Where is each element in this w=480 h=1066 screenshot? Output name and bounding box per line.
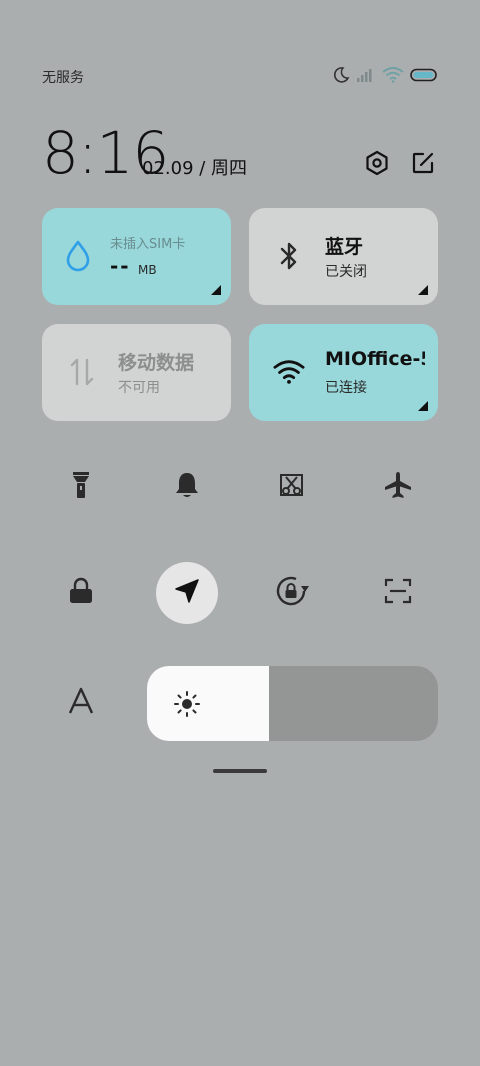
mobile-data-status: 不可用 [118, 380, 160, 396]
flashlight-toggle[interactable] [50, 456, 112, 518]
data-arrows-icon [66, 356, 98, 388]
flashlight-icon [70, 470, 92, 504]
scan-icon [384, 577, 412, 609]
wifi-status-icon [382, 67, 404, 83]
location-toggle[interactable] [156, 562, 218, 624]
edit-icon[interactable] [408, 148, 438, 178]
screenshot-icon [278, 471, 306, 503]
expand-corner-icon [418, 401, 428, 411]
data-usage-value: -- [110, 254, 131, 278]
mobile-data-title: 移动数据 [118, 352, 195, 374]
wifi-icon [273, 356, 305, 388]
bluetooth-tile[interactable]: 蓝牙 已关闭 [249, 208, 438, 305]
brightness-fill [147, 666, 270, 741]
bluetooth-status: 已关闭 [325, 264, 367, 280]
sun-icon [173, 690, 201, 718]
drag-handle[interactable] [213, 769, 267, 773]
wifi-tile[interactable]: MIOffice-5G 已连接 [249, 324, 438, 421]
airplane-icon [383, 470, 413, 504]
font-size-button[interactable] [50, 672, 112, 734]
data-usage-tile[interactable]: 未插入SIM卡 -- MB [42, 208, 231, 305]
silent-toggle[interactable] [156, 456, 218, 518]
expand-corner-icon [211, 285, 221, 295]
bluetooth-icon [273, 240, 305, 272]
screenshot-toggle[interactable] [261, 456, 323, 518]
wifi-status: 已连接 [325, 380, 367, 396]
expand-corner-icon [418, 285, 428, 295]
location-icon [174, 578, 200, 608]
wifi-network-name: MIOffice-5G [325, 348, 425, 370]
brightness-slider[interactable] [147, 666, 438, 741]
signal-icon [356, 67, 376, 83]
rotation-lock-icon [274, 574, 310, 612]
lock-icon [68, 577, 94, 609]
bell-icon [173, 470, 201, 504]
airplane-toggle[interactable] [367, 456, 429, 518]
bluetooth-title: 蓝牙 [325, 236, 364, 258]
clock-row: 8:16 02.09 / 周四 [42, 118, 438, 188]
carrier-label: 无服务 [42, 70, 84, 86]
battery-icon [410, 68, 438, 82]
lock-screen-toggle[interactable] [50, 562, 112, 624]
water-drop-icon [62, 240, 94, 272]
data-usage-unit: MB [138, 263, 157, 277]
sim-status-label: 未插入SIM卡 [110, 237, 186, 252]
clock-date: 02.09 / 周四 [142, 158, 248, 179]
settings-icon[interactable] [362, 148, 392, 178]
rotation-lock-toggle[interactable] [261, 562, 323, 624]
font-a-icon [67, 687, 95, 719]
status-bar: 无服务 [42, 64, 438, 88]
moon-icon [332, 66, 350, 84]
status-icons [332, 66, 438, 84]
mobile-data-tile[interactable]: 移动数据 不可用 [42, 324, 231, 421]
scan-toggle[interactable] [367, 562, 429, 624]
